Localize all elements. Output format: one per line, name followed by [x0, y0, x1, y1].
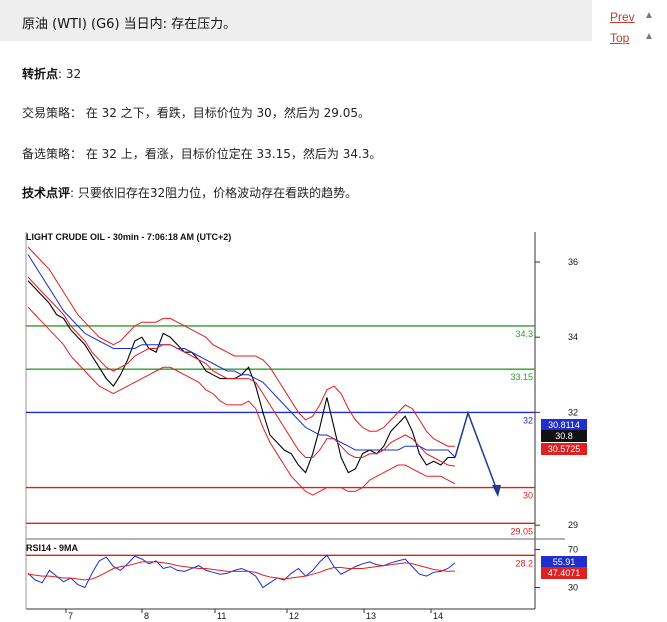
rsi-tag-label: 55.91	[553, 557, 576, 567]
y-tick-label: 34	[568, 332, 578, 342]
forecast-arrow-line	[454, 410, 499, 494]
bollinger-lower-line	[27, 306, 456, 496]
forecast-arrow-head	[492, 485, 501, 497]
rsi-ma-line	[27, 561, 456, 581]
oil-chart: 34.3 33.15 32 30 29.05 28.2 36 34 32 29 7 8 11 12 13 1…	[25, 232, 587, 621]
rsi-tag-label: 47.4071	[548, 568, 581, 578]
rsi-y-tick-label: 30	[568, 583, 578, 593]
price-tag-label: 30.8	[555, 431, 573, 441]
y-tick-label: 29	[568, 520, 578, 530]
level-label: 33.15	[510, 372, 533, 382]
level-label: 34.3	[515, 329, 533, 339]
level-label: 32	[523, 415, 533, 425]
level-label: 28.2	[515, 558, 533, 568]
x-tick-label: 7	[68, 611, 73, 621]
price-tag-label: 30.5725	[548, 444, 581, 454]
rsi-y-tick-label: 70	[568, 545, 578, 555]
level-label: 30	[523, 491, 533, 501]
y-tick-label: 36	[568, 257, 578, 267]
bollinger-upper-line	[27, 246, 455, 447]
signal-line	[27, 276, 456, 467]
main-chart-title: LIGHT CRUDE OIL - 30min - 7:06:18 AM (UT…	[26, 232, 231, 242]
x-tick-label: 12	[289, 611, 299, 621]
rsi-chart-title: RSI14 - 9MA	[26, 543, 79, 553]
x-tick-label: 14	[433, 611, 443, 621]
level-label: 29.05	[510, 526, 533, 536]
x-tick-label: 11	[217, 611, 226, 621]
price-tag-label: 30.8114	[548, 420, 580, 430]
y-tick-label: 32	[568, 407, 578, 417]
price-series-line	[27, 280, 455, 474]
x-tick-label: 8	[144, 611, 149, 621]
x-tick-label: 13	[366, 611, 376, 621]
